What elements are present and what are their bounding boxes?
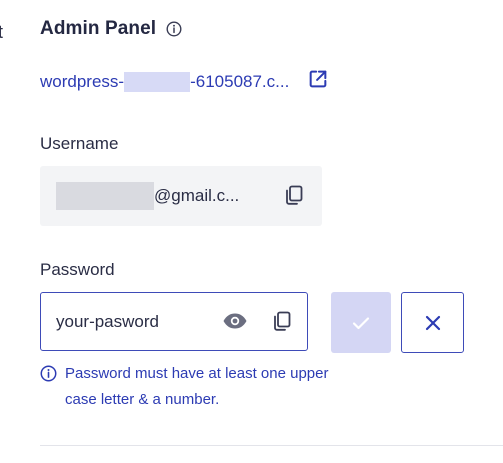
password-input[interactable]	[56, 311, 206, 332]
site-url-link[interactable]: wordpress- -6105087.c...	[40, 72, 289, 92]
copy-icon[interactable]	[271, 310, 293, 332]
cancel-password-button[interactable]	[401, 292, 464, 353]
username-value-suffix: @gmail.c...	[154, 186, 240, 205]
copy-icon[interactable]	[283, 184, 305, 206]
section-header: Admin Panel	[40, 18, 182, 40]
username-field: @gmail.c...	[40, 166, 322, 226]
info-circle-icon[interactable]	[166, 21, 182, 37]
admin-panel-section: t Admin Panel wordpress- -6105087.c... U…	[0, 0, 503, 463]
confirm-password-button[interactable]	[331, 292, 391, 353]
username-value: @gmail.c...	[56, 182, 239, 210]
site-url-prefix: wordpress-	[40, 72, 125, 91]
redacted-block	[124, 72, 191, 92]
eye-icon[interactable]	[222, 310, 248, 332]
site-link-row: wordpress- -6105087.c...	[40, 70, 329, 92]
external-link-icon[interactable]	[307, 68, 329, 90]
section-title: Admin Panel	[40, 18, 157, 39]
site-url-suffix: -6105087.c...	[190, 72, 290, 91]
clipped-edge-text: t	[0, 22, 4, 42]
section-divider	[40, 445, 503, 446]
username-label: Username	[40, 134, 119, 153]
close-icon	[425, 315, 440, 330]
password-hint: Password must have at least one upper ca…	[40, 361, 340, 413]
password-label: Password	[40, 260, 115, 279]
password-field	[40, 292, 308, 351]
check-icon	[352, 316, 370, 329]
password-hint-text: Password must have at least one upper ca…	[65, 365, 329, 408]
info-circle-icon	[40, 365, 57, 382]
redacted-block	[56, 182, 154, 210]
